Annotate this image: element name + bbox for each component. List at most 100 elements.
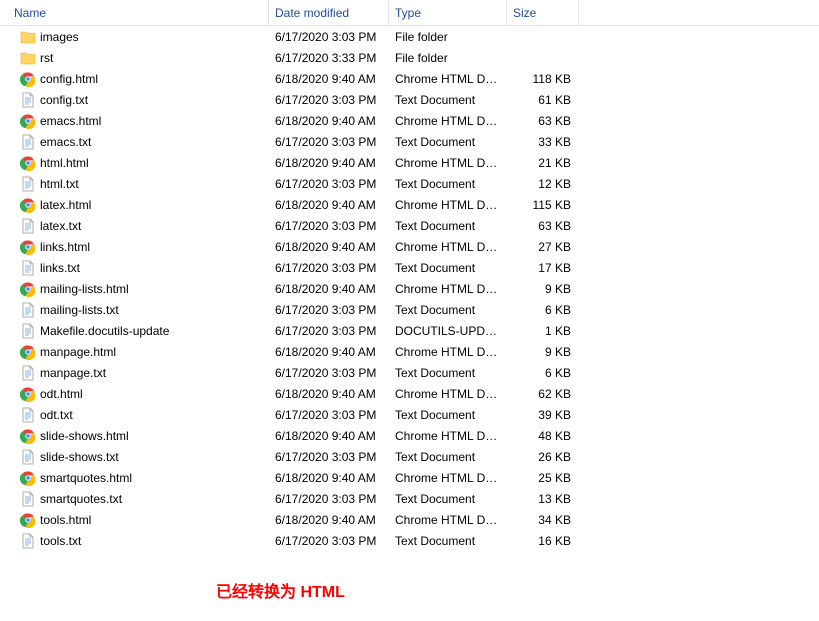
- file-size: 61 KB: [507, 93, 577, 107]
- file-row[interactable]: mailing-lists.txt6/17/2020 3:03 PMText D…: [0, 299, 819, 320]
- file-name-cell: links.txt: [14, 260, 269, 276]
- file-type: Text Document: [389, 366, 507, 380]
- chrome-icon: [20, 239, 36, 255]
- file-date: 6/17/2020 3:03 PM: [269, 219, 389, 233]
- text-icon: [20, 323, 36, 339]
- file-type: Text Document: [389, 219, 507, 233]
- file-name: latex.txt: [40, 219, 81, 233]
- file-row[interactable]: config.html6/18/2020 9:40 AMChrome HTML …: [0, 68, 819, 89]
- file-size: 27 KB: [507, 240, 577, 254]
- file-row[interactable]: mailing-lists.html6/18/2020 9:40 AMChrom…: [0, 278, 819, 299]
- file-size: 26 KB: [507, 450, 577, 464]
- column-header-date[interactable]: Date modified: [269, 0, 389, 25]
- file-row[interactable]: tools.txt 6/17/2020 3:03 PMText Document1…: [0, 530, 819, 551]
- column-header-size[interactable]: Size: [507, 0, 579, 25]
- file-size: 62 KB: [507, 387, 577, 401]
- file-date: 6/17/2020 3:03 PM: [269, 93, 389, 107]
- file-row[interactable]: html.txt6/17/2020 3:03 PMText Document12…: [0, 173, 819, 194]
- file-name: mailing-lists.html: [40, 282, 129, 296]
- file-row[interactable]: manpage.html6/18/2020 9:40 AMChrome HTML…: [0, 341, 819, 362]
- file-size: 48 KB: [507, 429, 577, 443]
- file-date: 6/17/2020 3:03 PM: [269, 261, 389, 275]
- file-size: 16 KB: [507, 534, 577, 548]
- text-icon: [20, 176, 36, 192]
- file-name: mailing-lists.txt: [40, 303, 119, 317]
- file-size: 21 KB: [507, 156, 577, 170]
- file-name-cell: Makefile.docutils-update: [14, 323, 269, 339]
- file-name-cell: latex.txt: [14, 218, 269, 234]
- file-row[interactable]: html.html6/18/2020 9:40 AMChrome HTML Do…: [0, 152, 819, 173]
- file-type: Chrome HTML Do...: [389, 429, 507, 443]
- file-type: Chrome HTML Do...: [389, 240, 507, 254]
- file-row[interactable]: emacs.html6/18/2020 9:40 AMChrome HTML D…: [0, 110, 819, 131]
- file-name: config.txt: [40, 93, 88, 107]
- file-name: slide-shows.html: [40, 429, 129, 443]
- file-row[interactable]: config.txt 6/17/2020 3:03 PMText Document…: [0, 89, 819, 110]
- chrome-icon: [20, 512, 36, 528]
- file-size: 63 KB: [507, 219, 577, 233]
- file-name: manpage.html: [40, 345, 116, 359]
- file-name-cell: slide-shows.html: [14, 428, 269, 444]
- file-type: Text Document: [389, 177, 507, 191]
- file-row[interactable]: emacs.txt6/17/2020 3:03 PMText Document3…: [0, 131, 819, 152]
- file-row[interactable]: manpage.txt6/17/2020 3:03 PMText Documen…: [0, 362, 819, 383]
- file-type: Text Document: [389, 492, 507, 506]
- file-size: 25 KB: [507, 471, 577, 485]
- file-type: Chrome HTML Do...: [389, 471, 507, 485]
- file-row[interactable]: odt.html6/18/2020 9:40 AMChrome HTML Do.…: [0, 383, 819, 404]
- file-type: Text Document: [389, 135, 507, 149]
- chrome-icon: [20, 281, 36, 297]
- text-icon: [20, 491, 36, 507]
- column-header-name[interactable]: Name: [0, 0, 269, 25]
- file-date: 6/18/2020 9:40 AM: [269, 156, 389, 170]
- file-name: tools.txt: [40, 534, 81, 548]
- file-name: links.txt: [40, 261, 80, 275]
- file-row[interactable]: slide-shows.html6/18/2020 9:40 AMChrome …: [0, 425, 819, 446]
- file-date: 6/18/2020 9:40 AM: [269, 72, 389, 86]
- file-name-cell: tools.html: [14, 512, 269, 528]
- file-size: 34 KB: [507, 513, 577, 527]
- file-date: 6/18/2020 9:40 AM: [269, 471, 389, 485]
- file-type: Text Document: [389, 408, 507, 422]
- file-row[interactable]: rst6/17/2020 3:33 PMFile folder: [0, 47, 819, 68]
- file-size: 1 KB: [507, 324, 577, 338]
- file-name-cell: html.txt: [14, 176, 269, 192]
- file-type: Chrome HTML Do...: [389, 72, 507, 86]
- file-name: emacs.html: [40, 114, 101, 128]
- file-row[interactable]: odt.txt6/17/2020 3:03 PMText Document39 …: [0, 404, 819, 425]
- text-icon: [20, 134, 36, 150]
- file-row[interactable]: images6/17/2020 3:03 PMFile folder: [0, 26, 819, 47]
- file-size: 118 KB: [507, 72, 577, 86]
- file-name-cell: mailing-lists.txt: [14, 302, 269, 318]
- column-header-type[interactable]: Type: [389, 0, 507, 25]
- file-name: slide-shows.txt: [40, 450, 119, 464]
- file-type: Text Document: [389, 450, 507, 464]
- file-row[interactable]: links.html6/18/2020 9:40 AMChrome HTML D…: [0, 236, 819, 257]
- file-name: odt.txt: [40, 408, 73, 422]
- file-date: 6/17/2020 3:03 PM: [269, 534, 389, 548]
- file-row[interactable]: Makefile.docutils-update6/17/2020 3:03 P…: [0, 320, 819, 341]
- file-size: 115 KB: [507, 198, 577, 212]
- file-name-cell: odt.html: [14, 386, 269, 402]
- file-row[interactable]: smartquotes.txt6/17/2020 3:03 PMText Doc…: [0, 488, 819, 509]
- file-size: 12 KB: [507, 177, 577, 191]
- file-type: Chrome HTML Do...: [389, 114, 507, 128]
- file-size: 17 KB: [507, 261, 577, 275]
- file-name-cell: tools.txt: [14, 533, 269, 549]
- file-type: Text Document: [389, 534, 507, 548]
- file-type: Chrome HTML Do...: [389, 513, 507, 527]
- file-row[interactable]: tools.html6/18/2020 9:40 AMChrome HTML D…: [0, 509, 819, 530]
- file-row[interactable]: smartquotes.html6/18/2020 9:40 AMChrome …: [0, 467, 819, 488]
- file-row[interactable]: slide-shows.txt 6/17/2020 3:03 PMText Doc…: [0, 446, 819, 467]
- file-date: 6/18/2020 9:40 AM: [269, 387, 389, 401]
- file-name-cell: rst: [14, 50, 269, 66]
- file-name: tools.html: [40, 513, 91, 527]
- file-row[interactable]: links.txt6/17/2020 3:03 PMText Document1…: [0, 257, 819, 278]
- file-size: 6 KB: [507, 366, 577, 380]
- file-row[interactable]: latex.html6/18/2020 9:40 AMChrome HTML D…: [0, 194, 819, 215]
- file-row[interactable]: latex.txt 6/17/2020 3:03 PMText Document6…: [0, 215, 819, 236]
- file-name: manpage.txt: [40, 366, 106, 380]
- chrome-icon: [20, 386, 36, 402]
- file-date: 6/17/2020 3:03 PM: [269, 450, 389, 464]
- file-type: Text Document: [389, 93, 507, 107]
